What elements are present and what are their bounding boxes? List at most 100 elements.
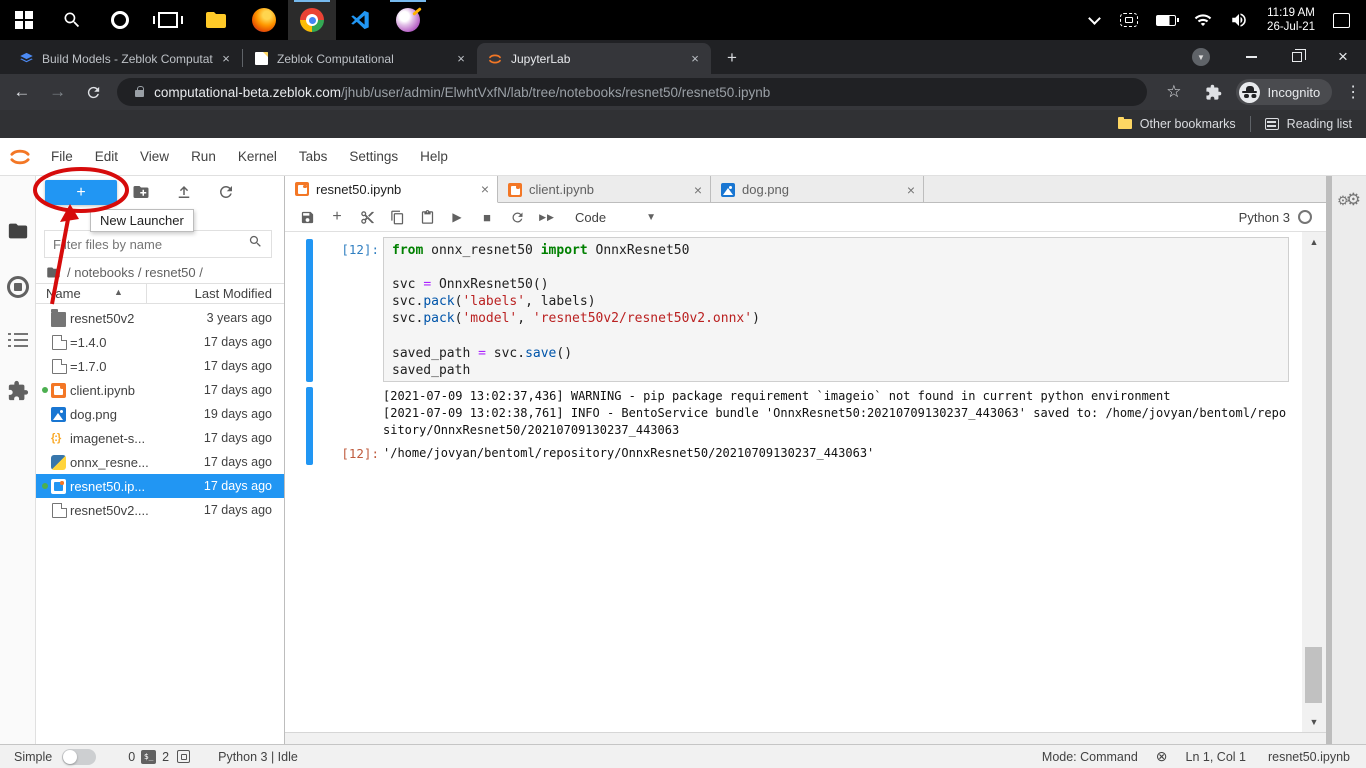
breadcrumb-home-icon[interactable]: [46, 265, 61, 280]
file-explorer-icon[interactable]: [192, 0, 240, 40]
file-browser-tab-icon[interactable]: [0, 220, 36, 242]
property-inspector-gears-icon[interactable]: ⚙⚙: [1337, 190, 1358, 210]
breadcrumb[interactable]: / notebooks / resnet50 /: [46, 262, 203, 282]
restore-button[interactable]: [1274, 40, 1320, 74]
save-icon[interactable]: [293, 205, 321, 229]
dock-tab-resnet50[interactable]: resnet50.ipynb ×: [285, 176, 498, 203]
terminal-count[interactable]: 0: [128, 750, 135, 764]
menu-tabs[interactable]: Tabs: [288, 149, 339, 164]
task-view-icon[interactable]: [144, 0, 192, 40]
file-row[interactable]: dog.png19 days ago: [36, 402, 284, 426]
new-tab-button[interactable]: +: [719, 45, 745, 71]
kernel-count[interactable]: 2: [162, 750, 169, 764]
kernel-indicator[interactable]: Python 3: [1239, 210, 1312, 225]
menu-settings[interactable]: Settings: [338, 149, 409, 164]
menu-kernel[interactable]: Kernel: [227, 149, 288, 164]
file-row[interactable]: =1.7.017 days ago: [36, 354, 284, 378]
table-of-contents-icon[interactable]: [0, 332, 36, 348]
file-row[interactable]: resnet50v23 years ago: [36, 306, 284, 330]
simple-mode-toggle[interactable]: [62, 749, 96, 765]
clock[interactable]: 11:19 AM 26-Jul-21: [1267, 6, 1315, 34]
run-icon[interactable]: ▶: [443, 205, 471, 229]
restart-run-all-icon[interactable]: ▶▶: [533, 205, 561, 229]
extension-manager-icon[interactable]: [0, 380, 36, 402]
tab-close-icon[interactable]: ×: [687, 51, 703, 67]
minimize-button[interactable]: [1228, 40, 1274, 74]
tab-close-icon[interactable]: ×: [218, 51, 234, 67]
browser-tab-jupyterlab[interactable]: JupyterLab ×: [477, 43, 711, 74]
file-row[interactable]: resnet50v2....17 days ago: [36, 498, 284, 522]
notebook-area[interactable]: [12]: from onnx_resnet50 import OnnxResn…: [285, 232, 1326, 732]
new-folder-icon[interactable]: [132, 183, 150, 206]
close-tab-icon[interactable]: ×: [481, 181, 489, 197]
running-sessions-icon[interactable]: [0, 276, 36, 298]
vertical-scrollbar[interactable]: ▲ ▼: [1302, 232, 1326, 732]
cursor-position[interactable]: Ln 1, Col 1: [1186, 750, 1246, 764]
restart-kernel-icon[interactable]: [503, 205, 531, 229]
meet-now-icon[interactable]: [1120, 13, 1138, 27]
back-icon[interactable]: ←: [8, 78, 36, 106]
copy-icon[interactable]: [383, 205, 411, 229]
close-button[interactable]: ×: [1320, 40, 1366, 74]
upload-icon[interactable]: [175, 183, 193, 206]
menu-view[interactable]: View: [129, 149, 180, 164]
bookmark-star-icon[interactable]: ☆: [1161, 79, 1187, 105]
firefox-icon[interactable]: [240, 0, 288, 40]
file-row[interactable]: {:}imagenet-s...17 days ago: [36, 426, 284, 450]
paint3d-icon[interactable]: [384, 0, 432, 40]
other-bookmarks[interactable]: Other bookmarks: [1140, 117, 1236, 131]
menu-edit[interactable]: Edit: [84, 149, 129, 164]
sort-ascending-icon[interactable]: ▲: [114, 287, 123, 297]
dock-tab-client[interactable]: client.ipynb ×: [498, 176, 711, 203]
action-center-icon[interactable]: [1333, 13, 1350, 28]
file-row[interactable]: client.ipynb17 days ago: [36, 378, 284, 402]
dock-tab-dog[interactable]: dog.png ×: [711, 176, 924, 203]
forward-icon[interactable]: →: [44, 78, 72, 106]
lock-icon[interactable]: [135, 90, 144, 97]
filter-files-input[interactable]: [53, 237, 248, 252]
column-last-modified[interactable]: Last Modified: [195, 286, 272, 301]
volume-icon[interactable]: [1230, 11, 1248, 29]
cell-type-dropdown[interactable]: Code ▼: [575, 210, 656, 225]
wifi-icon[interactable]: [1194, 11, 1212, 29]
menu-run[interactable]: Run: [180, 149, 227, 164]
browser-menu-icon[interactable]: ⋮: [1340, 79, 1366, 105]
close-tab-icon[interactable]: ×: [907, 182, 915, 198]
file-row[interactable]: =1.4.017 days ago: [36, 330, 284, 354]
horizontal-scrollbar[interactable]: [285, 732, 1326, 744]
tab-search-icon[interactable]: ▼: [1192, 48, 1210, 66]
reload-icon[interactable]: [79, 78, 107, 106]
scrollbar-thumb[interactable]: [1305, 647, 1322, 703]
tab-close-icon[interactable]: ×: [453, 51, 469, 67]
scroll-down-icon[interactable]: ▼: [1302, 717, 1326, 727]
insert-cell-icon[interactable]: +: [323, 205, 351, 229]
menu-file[interactable]: File: [40, 149, 84, 164]
column-name[interactable]: Name: [46, 286, 81, 301]
address-bar[interactable]: computational-beta.zeblok.com/jhub/user/…: [117, 78, 1147, 106]
extensions-puzzle-icon[interactable]: [1201, 79, 1227, 105]
browser-tab-build-models[interactable]: Build Models - Zeblok Computat ×: [8, 43, 242, 74]
cut-icon[interactable]: [353, 205, 381, 229]
output-collapser[interactable]: [306, 387, 313, 465]
paste-icon[interactable]: [413, 205, 441, 229]
file-row[interactable]: onnx_resne...17 days ago: [36, 450, 284, 474]
start-button-icon[interactable]: [0, 0, 48, 40]
code-cell-editor[interactable]: from onnx_resnet50 import OnnxResnet50 s…: [383, 237, 1289, 382]
vscode-icon[interactable]: [336, 0, 384, 40]
new-launcher-button[interactable]: +: [45, 180, 117, 205]
kernel-status-text[interactable]: Python 3 | Idle: [218, 750, 298, 764]
stop-icon[interactable]: ■: [473, 205, 501, 229]
scroll-up-icon[interactable]: ▲: [1302, 237, 1326, 247]
battery-icon[interactable]: [1156, 15, 1176, 26]
chrome-icon[interactable]: [288, 0, 336, 40]
command-mode-indicator[interactable]: Mode: Command: [1042, 750, 1138, 764]
close-tab-icon[interactable]: ×: [694, 182, 702, 198]
menu-help[interactable]: Help: [409, 149, 459, 164]
input-collapser[interactable]: [306, 239, 313, 382]
reading-list[interactable]: Reading list: [1287, 117, 1352, 131]
refresh-icon[interactable]: [217, 183, 235, 206]
tray-chevron-icon[interactable]: [1088, 12, 1101, 25]
search-icon[interactable]: [48, 0, 96, 40]
cortana-icon[interactable]: [96, 0, 144, 40]
browser-tab-zeblok[interactable]: Zeblok Computational ×: [243, 43, 477, 74]
